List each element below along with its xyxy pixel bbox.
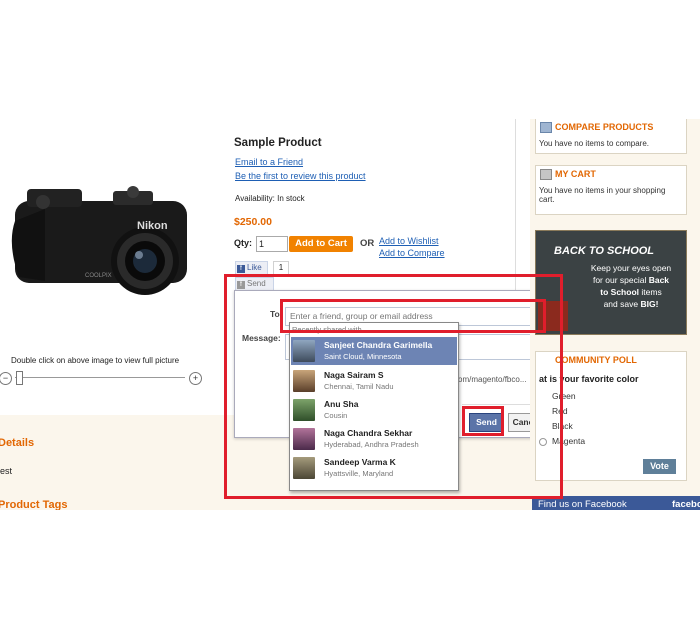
facebook-logo: facebo: [672, 499, 700, 510]
product-title: Sample Product: [234, 137, 322, 149]
zoom-slider-track[interactable]: [15, 377, 185, 378]
details-heading[interactable]: Details: [0, 437, 34, 449]
details-text: est: [0, 466, 13, 476]
find-us-text: Find us on Facebook: [538, 499, 627, 510]
compare-text: You have no items to compare.: [539, 139, 649, 148]
product-tags-heading[interactable]: Product Tags: [0, 499, 67, 510]
browser-viewport: Nikon COOLPIX Double click on above imag…: [0, 119, 700, 510]
product-image[interactable]: Nikon COOLPIX: [5, 169, 195, 304]
zoom-slider-handle[interactable]: [16, 371, 23, 385]
add-to-wishlist-link[interactable]: Add to Wishlist: [379, 236, 439, 246]
add-to-compare-link[interactable]: Add to Compare: [379, 248, 445, 258]
poll-title: COMMUNITY POLL: [555, 355, 637, 365]
compare-icon: [540, 122, 552, 133]
or-label: OR: [360, 238, 375, 249]
banner-text: Keep your eyes open for our special Back…: [590, 263, 672, 309]
compare-products-block: COMPARE PRODUCTS You have no items to co…: [535, 119, 687, 154]
highlight-box-send: [462, 406, 504, 436]
email-friend-link[interactable]: Email to a Friend: [235, 157, 303, 167]
cart-text: You have no items in your shopping cart.: [539, 186, 666, 204]
review-link[interactable]: Be the first to review this product: [235, 171, 366, 181]
fb-like-label: Like: [247, 263, 262, 272]
svg-text:COOLPIX: COOLPIX: [85, 273, 112, 279]
banner-title: BACK TO SCHOOL: [554, 245, 655, 257]
cart-icon: [540, 169, 552, 180]
compare-title: COMPARE PRODUCTS: [555, 122, 654, 132]
qty-label: Qty:: [234, 238, 252, 248]
facebook-icon: f: [237, 265, 245, 273]
svg-text:Nikon: Nikon: [137, 220, 168, 232]
my-cart-block: MY CART You have no items in your shoppi…: [535, 165, 687, 215]
highlight-box-to-input: [280, 299, 546, 333]
zoom-in-icon[interactable]: +: [189, 372, 202, 385]
cart-title: MY CART: [555, 169, 596, 179]
vote-button[interactable]: Vote: [643, 459, 676, 474]
qty-input[interactable]: 1: [256, 236, 288, 252]
add-to-cart-button[interactable]: Add to Cart: [289, 236, 353, 252]
price: $250.00: [234, 216, 272, 228]
fb-like-button[interactable]: f Like: [235, 261, 268, 275]
availability: Availability: In stock: [235, 194, 305, 203]
fb-like-count: 1: [273, 261, 289, 275]
image-hint: Double click on above image to view full…: [11, 356, 180, 365]
